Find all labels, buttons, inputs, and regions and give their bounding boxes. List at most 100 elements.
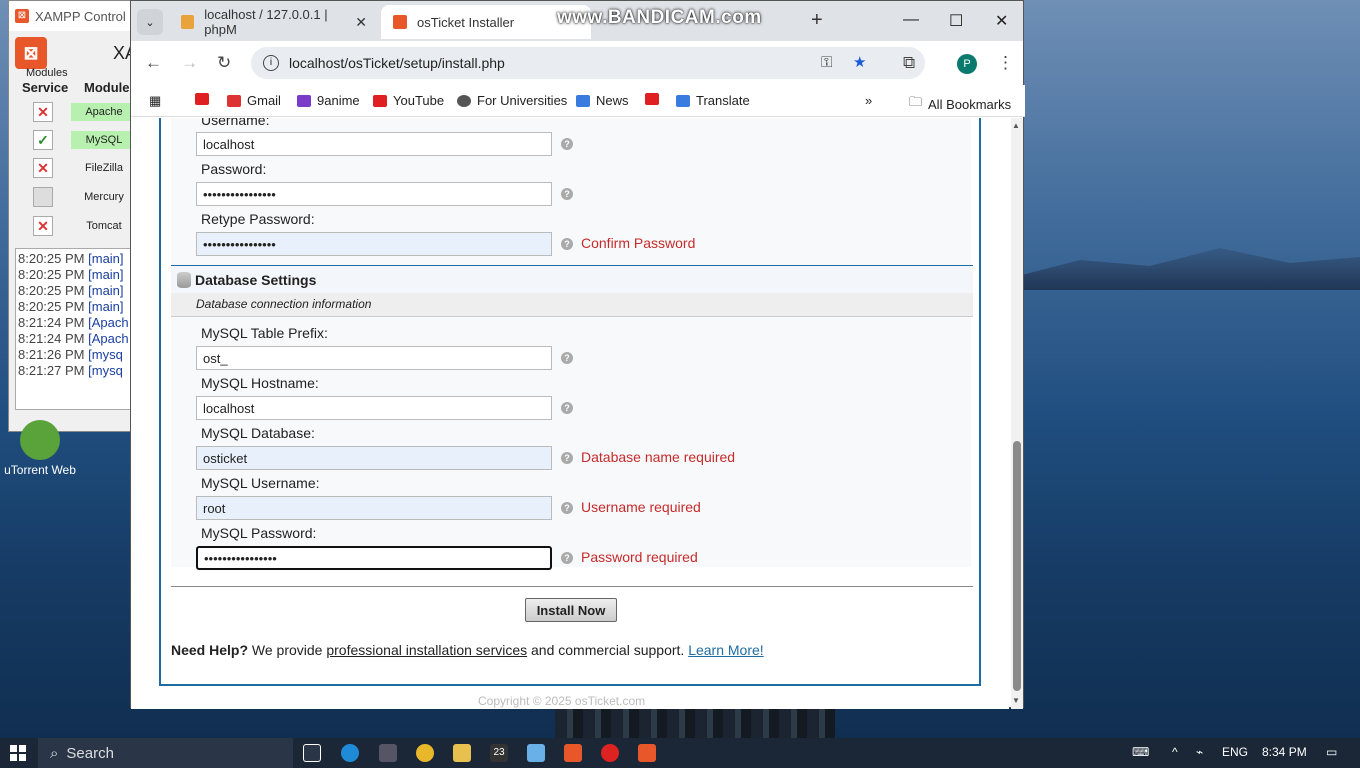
help-icon[interactable]: ? xyxy=(561,402,573,414)
help-icon[interactable]: ? xyxy=(561,188,573,200)
address-bar[interactable]: i localhost/osTicket/setup/install.php ⚿… xyxy=(251,47,925,79)
database-icon xyxy=(177,272,191,288)
module-row-mysql: ✓ MySQL xyxy=(33,129,143,151)
game-controller-icon[interactable] xyxy=(379,744,397,762)
password-key-icon[interactable]: ⚿ xyxy=(821,54,832,71)
all-bookmarks[interactable]: 🗀 All Bookmarks xyxy=(909,93,1011,115)
database-error: Database name required xyxy=(581,449,736,465)
bookmark-9anime[interactable]: 9anime xyxy=(297,93,360,108)
learn-more-link[interactable]: Learn More! xyxy=(688,642,763,658)
service-status-blank-icon[interactable] xyxy=(33,187,53,207)
forward-arrow-icon[interactable]: → xyxy=(181,53,198,73)
service-status-x-icon[interactable]: ✕ xyxy=(33,102,53,122)
mysql-username-input[interactable] xyxy=(196,496,552,520)
database-input[interactable] xyxy=(196,446,552,470)
install-now-button[interactable]: Install Now xyxy=(525,598,617,622)
bookmark-news[interactable]: News xyxy=(576,93,629,108)
calendar-badge-icon[interactable]: 23 xyxy=(490,744,508,762)
task-view-icon[interactable] xyxy=(303,744,321,762)
globe-icon xyxy=(457,94,471,107)
bandicam-record-icon[interactable] xyxy=(601,744,619,762)
bookmark-youtube-2[interactable] xyxy=(645,93,659,105)
help-icon[interactable]: ? xyxy=(561,502,573,514)
profile-avatar[interactable]: P xyxy=(957,54,977,74)
scroll-up-icon[interactable]: ▲ xyxy=(1012,121,1020,130)
language-indicator[interactable]: ENG xyxy=(1222,745,1248,759)
extensions-puzzle-icon[interactable]: ⧉ xyxy=(903,53,915,73)
utorrent-icon xyxy=(20,420,60,460)
service-status-check-icon[interactable]: ✓ xyxy=(33,130,53,150)
phpmyadmin-icon xyxy=(181,15,195,29)
keyboard-icon[interactable]: ⌨ xyxy=(1132,745,1149,759)
help-icon[interactable]: ? xyxy=(561,238,573,250)
install-panel: Username: ? Password: ? Retype Password:… xyxy=(159,118,981,686)
file-explorer-icon[interactable] xyxy=(453,744,471,762)
search-icon: ⌕ xyxy=(50,744,59,762)
tab-close-icon[interactable]: ✕ xyxy=(355,14,367,31)
admin-username-input[interactable] xyxy=(196,132,552,156)
notepad-icon[interactable] xyxy=(527,744,545,762)
close-window-icon[interactable]: ✕ xyxy=(995,11,1008,31)
tab-label: osTicket Installer xyxy=(417,14,515,30)
professional-services-link[interactable]: professional installation services xyxy=(326,642,527,658)
back-arrow-icon[interactable]: ← xyxy=(145,53,162,73)
password-label: Password: xyxy=(201,161,267,177)
menu-dots-icon[interactable]: ⋮ xyxy=(997,53,1014,73)
taskbar-search[interactable]: ⌕ Search xyxy=(38,738,293,768)
database-settings-header: Database Settings xyxy=(171,265,973,293)
apps-grid-icon[interactable]: ▦ xyxy=(149,93,161,109)
tab-search-chevron-icon[interactable]: ⌄ xyxy=(137,9,163,35)
password-error: Password required xyxy=(581,549,698,565)
more-bookmarks-chevron-icon[interactable]: » xyxy=(865,93,872,108)
scroll-thumb[interactable] xyxy=(1013,441,1021,691)
page-scrollbar[interactable]: ▲ ▼ xyxy=(1011,118,1023,709)
network-icon[interactable]: ⌁ xyxy=(1196,745,1203,759)
bookmark-universities[interactable]: For Universities xyxy=(457,93,567,108)
bookmark-star-icon[interactable]: ★ xyxy=(853,53,866,71)
mysql-password-input[interactable] xyxy=(196,546,552,570)
help-icon[interactable]: ? xyxy=(561,138,573,150)
service-status-x-icon[interactable]: ✕ xyxy=(33,216,53,236)
taskbar: ⌕ Search 23 ⌨ ^ ⌁ ENG 8:34 PM ▭ xyxy=(0,738,1360,768)
reload-icon[interactable]: ↻ xyxy=(217,53,231,73)
service-status-x-icon[interactable]: ✕ xyxy=(33,158,53,178)
bookmark-translate[interactable]: Translate xyxy=(676,93,750,108)
bookmark-gmail[interactable]: Gmail xyxy=(227,93,281,108)
windows-start-icon[interactable] xyxy=(10,745,26,761)
table-prefix-input[interactable] xyxy=(196,346,552,370)
notifications-icon[interactable]: ▭ xyxy=(1326,745,1337,759)
xampp-taskbar-icon[interactable] xyxy=(638,744,656,762)
bookmark-youtube[interactable]: YouTube xyxy=(373,93,444,108)
maximize-icon[interactable]: ☐ xyxy=(949,11,963,31)
desktop-icon-utorrent[interactable]: uTorrent Web xyxy=(0,420,80,477)
clock[interactable]: 8:34 PM xyxy=(1262,745,1307,759)
edge-icon[interactable] xyxy=(341,744,359,762)
minimize-icon[interactable]: — xyxy=(903,11,919,29)
module-row-filezilla: ✕ FileZilla xyxy=(33,157,143,179)
chrome-icon[interactable] xyxy=(416,744,434,762)
bookmark-youtube-icon-only[interactable] xyxy=(195,93,209,105)
new-tab-plus-icon[interactable]: + xyxy=(811,9,823,32)
hostname-label: MySQL Hostname: xyxy=(201,375,319,391)
bookmarks-bar: ▦ Gmail 9anime YouTube For Universities … xyxy=(131,85,1025,117)
tray-chevron-icon[interactable]: ^ xyxy=(1172,745,1178,759)
admin-password-input[interactable] xyxy=(196,182,552,206)
gmail-icon xyxy=(227,94,241,107)
module-row-mercury: Mercury xyxy=(33,186,143,208)
help-icon[interactable]: ? xyxy=(561,552,573,564)
hostname-input[interactable] xyxy=(196,396,552,420)
help-icon[interactable]: ? xyxy=(561,352,573,364)
office-icon[interactable] xyxy=(564,744,582,762)
translate-icon xyxy=(676,94,690,107)
help-icon[interactable]: ? xyxy=(561,452,573,464)
browser-window[interactable]: ⌄ localhost / 127.0.0.1 | phpM ✕ osTicke… xyxy=(130,0,1025,709)
copyright: Copyright © 2025 osTicket.com xyxy=(478,694,646,708)
folder-icon: 🗀 xyxy=(909,94,923,109)
module-name: Apache xyxy=(71,103,137,121)
youtube-icon xyxy=(373,94,387,107)
site-info-icon[interactable]: i xyxy=(263,55,279,71)
module-header: Module xyxy=(84,80,130,95)
retype-password-input[interactable] xyxy=(196,232,552,256)
scroll-down-icon[interactable]: ▼ xyxy=(1012,696,1020,705)
tab-phpmyadmin[interactable]: localhost / 127.0.0.1 | phpM ✕ xyxy=(169,5,379,39)
